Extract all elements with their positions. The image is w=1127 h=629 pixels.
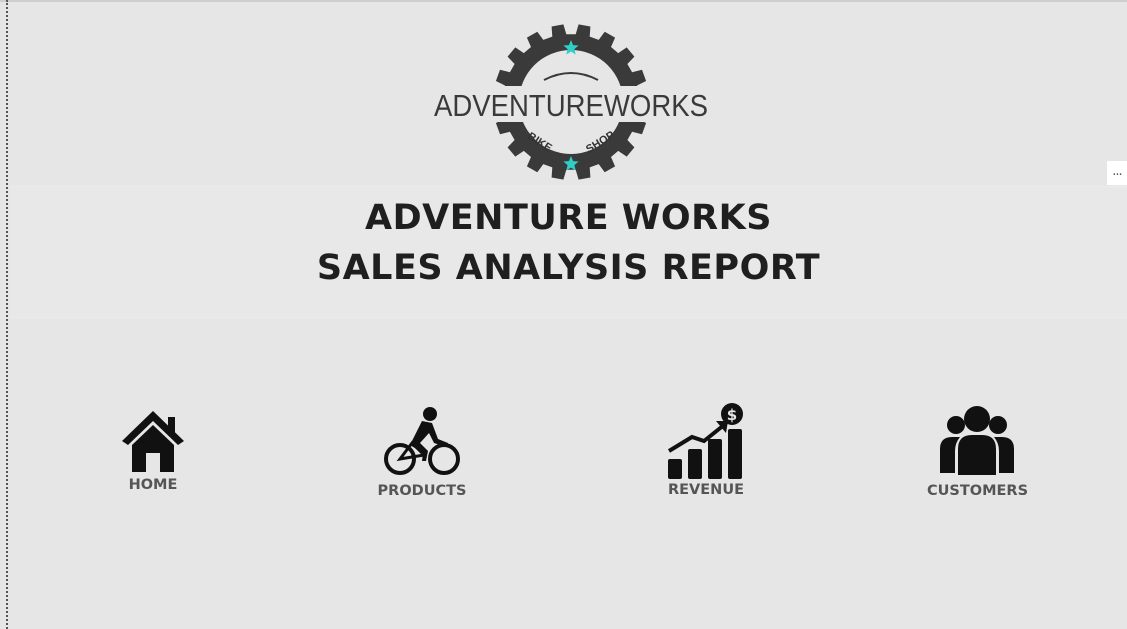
svg-text:$: $ — [727, 406, 737, 424]
gear-logo-icon: ADVENTUREWORKS BIKE SHOP — [426, 24, 716, 180]
report-canvas: ADVENTUREWORKS BIKE SHOP ... ADVENTURE W… — [0, 0, 1127, 629]
nav-revenue-button[interactable]: $ REVENUE — [656, 401, 756, 498]
cyclist-icon — [384, 407, 460, 475]
nav-revenue-label: REVENUE — [667, 482, 744, 498]
nav-products-label: PRODUCTS — [377, 483, 467, 499]
house-icon — [122, 411, 184, 472]
nav-customers-label: CUSTOMERS — [927, 483, 1029, 499]
people-group-icon — [940, 406, 1014, 475]
nav-customers-button[interactable]: CUSTOMERS — [927, 405, 1029, 499]
logo-brand-text: ADVENTUREWORKS — [434, 88, 708, 123]
adventureworks-logo: ADVENTUREWORKS BIKE SHOP — [426, 22, 716, 190]
revenue-chart-icon: $ — [667, 403, 743, 479]
nav-products-button[interactable]: PRODUCTS — [372, 405, 472, 499]
report-title-box: ADVENTURE WORKS SALES ANALYSIS REPORT — [10, 186, 1127, 318]
nav-home-label: HOME — [128, 477, 178, 493]
top-border — [0, 0, 1127, 2]
left-dotted-border — [6, 0, 8, 629]
nav-home-button[interactable]: HOME — [110, 409, 196, 493]
more-options-button[interactable]: ... — [1107, 161, 1127, 185]
report-title-line1: ADVENTURE WORKS — [365, 198, 772, 238]
report-title-line2: SALES ANALYSIS REPORT — [316, 248, 821, 288]
